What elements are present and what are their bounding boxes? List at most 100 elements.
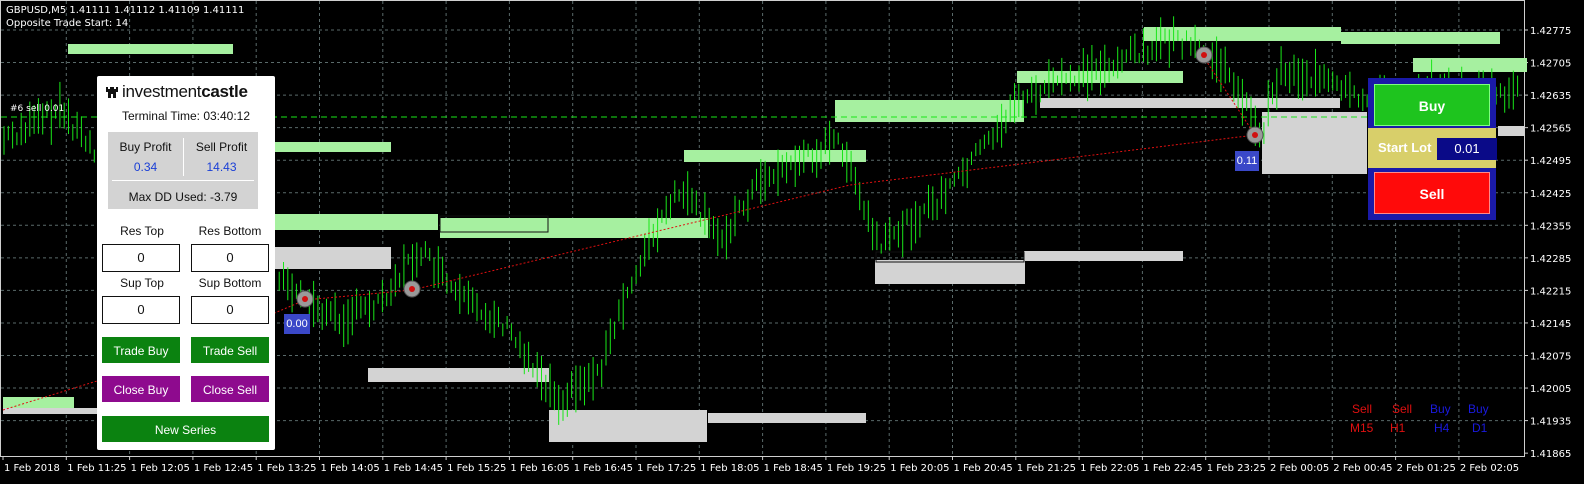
price-axis-label: 1.42005	[1530, 384, 1571, 395]
new-series-button[interactable]: New Series	[101, 415, 270, 443]
trade-marker-dot	[1201, 52, 1207, 58]
sup-bottom-label: Sup Bottom	[198, 276, 262, 290]
time-axis-label: 1 Feb 23:25	[1207, 463, 1266, 474]
time-axis-label: 1 Feb 16:45	[574, 463, 633, 474]
terminal-time: Terminal Time: 03:40:12	[121, 109, 251, 123]
price-axis-label: 1.41865	[1530, 449, 1571, 460]
sup-top-input[interactable]: 0	[102, 296, 180, 324]
profit-tag-left: 0.00	[284, 314, 310, 334]
demand-zone	[368, 368, 549, 382]
supply-zone	[440, 218, 708, 238]
res-bottom-label: Res Bottom	[198, 224, 262, 238]
time-axis-label: 1 Feb 11:25	[67, 463, 126, 474]
logo-text-light: investment	[122, 82, 202, 101]
timeframe-signal: Sell	[1352, 402, 1373, 416]
res-bottom-input[interactable]: 0	[191, 244, 269, 272]
brand-logo: investment castle	[105, 82, 269, 102]
trade-marker-dot	[302, 296, 308, 302]
demand-zone	[273, 247, 391, 269]
sell-profit-value: 14.43	[206, 160, 237, 174]
time-axis-label: 2 Feb 00:05	[1270, 463, 1329, 474]
supply-zone	[1413, 58, 1527, 72]
time-axis-label: 1 Feb 19:25	[827, 463, 886, 474]
profit-tag-right: 0.11	[1235, 151, 1259, 171]
sup-top-label: Sup Top	[120, 276, 164, 290]
max-dd-used: Max DD Used: -3.79	[128, 190, 238, 204]
time-axis-label: 1 Feb 20:45	[954, 463, 1013, 474]
price-axis-label: 1.42145	[1530, 319, 1571, 330]
demand-zone	[708, 413, 866, 423]
timeframe-signal: Buy	[1430, 402, 1451, 416]
trade-marker-dot	[409, 286, 415, 292]
price-axis-label: 1.42635	[1530, 91, 1571, 102]
time-axis-label: 1 Feb 15:25	[447, 463, 506, 474]
price-axis-label: 1.42565	[1530, 124, 1571, 135]
price-axis-label: 1.42775	[1530, 26, 1571, 37]
price-axis-label: 1.41935	[1530, 417, 1571, 428]
timeframe-signal: Buy	[1468, 402, 1489, 416]
demand-zone	[1040, 98, 1340, 108]
time-axis-label: 2 Feb 01:25	[1397, 463, 1456, 474]
start-lot-row: Start Lot 0.01	[1368, 128, 1497, 168]
time-axis-label: 1 Feb 14:05	[321, 463, 380, 474]
time-axis-label: 1 Feb 22:45	[1143, 463, 1202, 474]
trade-marker-dot	[1252, 132, 1258, 138]
demand-zone	[875, 260, 1025, 284]
demand-zone	[1498, 126, 1524, 136]
supply-zone	[273, 142, 391, 152]
supply-zone	[68, 44, 233, 54]
sup-bottom-input[interactable]: 0	[191, 296, 269, 324]
price-axis-label: 1.42075	[1530, 352, 1571, 363]
time-axis-label: 1 Feb 22:05	[1080, 463, 1139, 474]
trade-buy-button[interactable]: Trade Buy	[101, 336, 181, 364]
timeframe-name: M15	[1350, 421, 1374, 435]
sell-button[interactable]: Sell	[1374, 172, 1490, 214]
sell-profit-label: Sell Profit	[195, 140, 248, 154]
time-axis-label: 1 Feb 12:05	[131, 463, 190, 474]
time-axis-label: 1 Feb 13:25	[257, 463, 316, 474]
logo-text-bold: castle	[201, 82, 248, 101]
res-top-input[interactable]: 0	[102, 244, 180, 272]
time-axis-label: 1 Feb 18:45	[764, 463, 823, 474]
start-lot-label: Start Lot	[1378, 140, 1432, 155]
buy-profit-value: 0.34	[133, 160, 158, 174]
close-buy-button[interactable]: Close Buy	[101, 375, 181, 403]
time-axis-label: 1 Feb 2018	[4, 463, 60, 474]
demand-zone	[3, 408, 98, 414]
price-axis-label: 1.42215	[1530, 286, 1571, 297]
trade-sell-button[interactable]: Trade Sell	[190, 336, 270, 364]
timeframe-name: H1	[1390, 421, 1406, 435]
trade-box: Buy Start Lot 0.01 Sell	[1368, 78, 1497, 220]
opposite-trade-info: Opposite Trade Start: 14	[6, 18, 129, 29]
supply-zone	[273, 214, 438, 230]
demand-zone	[1024, 251, 1183, 261]
price-axis-label: 1.42705	[1530, 59, 1571, 70]
profit-summary: Buy Profit 0.34 Sell Profit 14.43 Max DD…	[108, 132, 258, 209]
control-panel: investment castle Terminal Time: 03:40:12…	[97, 76, 275, 450]
order-label: #6 sell 0.01	[10, 104, 65, 114]
castle-icon	[106, 87, 118, 98]
timeframe-signal: Sell	[1392, 402, 1413, 416]
time-axis-label: 1 Feb 17:25	[637, 463, 696, 474]
price-axis-label: 1.42285	[1530, 254, 1571, 265]
buy-button[interactable]: Buy	[1374, 84, 1490, 126]
symbol-info: GBPUSD,M5 1.41111 1.41112 1.41109 1.4111…	[6, 5, 245, 16]
demand-zone	[1262, 112, 1367, 174]
time-axis-label: 1 Feb 18:05	[700, 463, 759, 474]
timeframe-name: H4	[1434, 421, 1450, 435]
price-axis-label: 1.42425	[1530, 189, 1571, 200]
buy-profit-label: Buy Profit	[119, 140, 172, 154]
supply-zone	[684, 150, 866, 162]
res-top-label: Res Top	[120, 224, 164, 238]
demand-zone	[549, 410, 707, 442]
price-axis-label: 1.42495	[1530, 156, 1571, 167]
supply-zone	[835, 100, 1024, 122]
price-axis-label: 1.42355	[1530, 221, 1571, 232]
close-sell-button[interactable]: Close Sell	[190, 375, 270, 403]
supply-zone	[1341, 32, 1500, 44]
time-axis-label: 2 Feb 00:45	[1333, 463, 1392, 474]
time-axis-label: 1 Feb 21:25	[1017, 463, 1076, 474]
time-axis-label: 1 Feb 16:05	[510, 463, 569, 474]
time-axis-label: 2 Feb 02:05	[1460, 463, 1519, 474]
start-lot-input[interactable]: 0.01	[1437, 138, 1497, 160]
